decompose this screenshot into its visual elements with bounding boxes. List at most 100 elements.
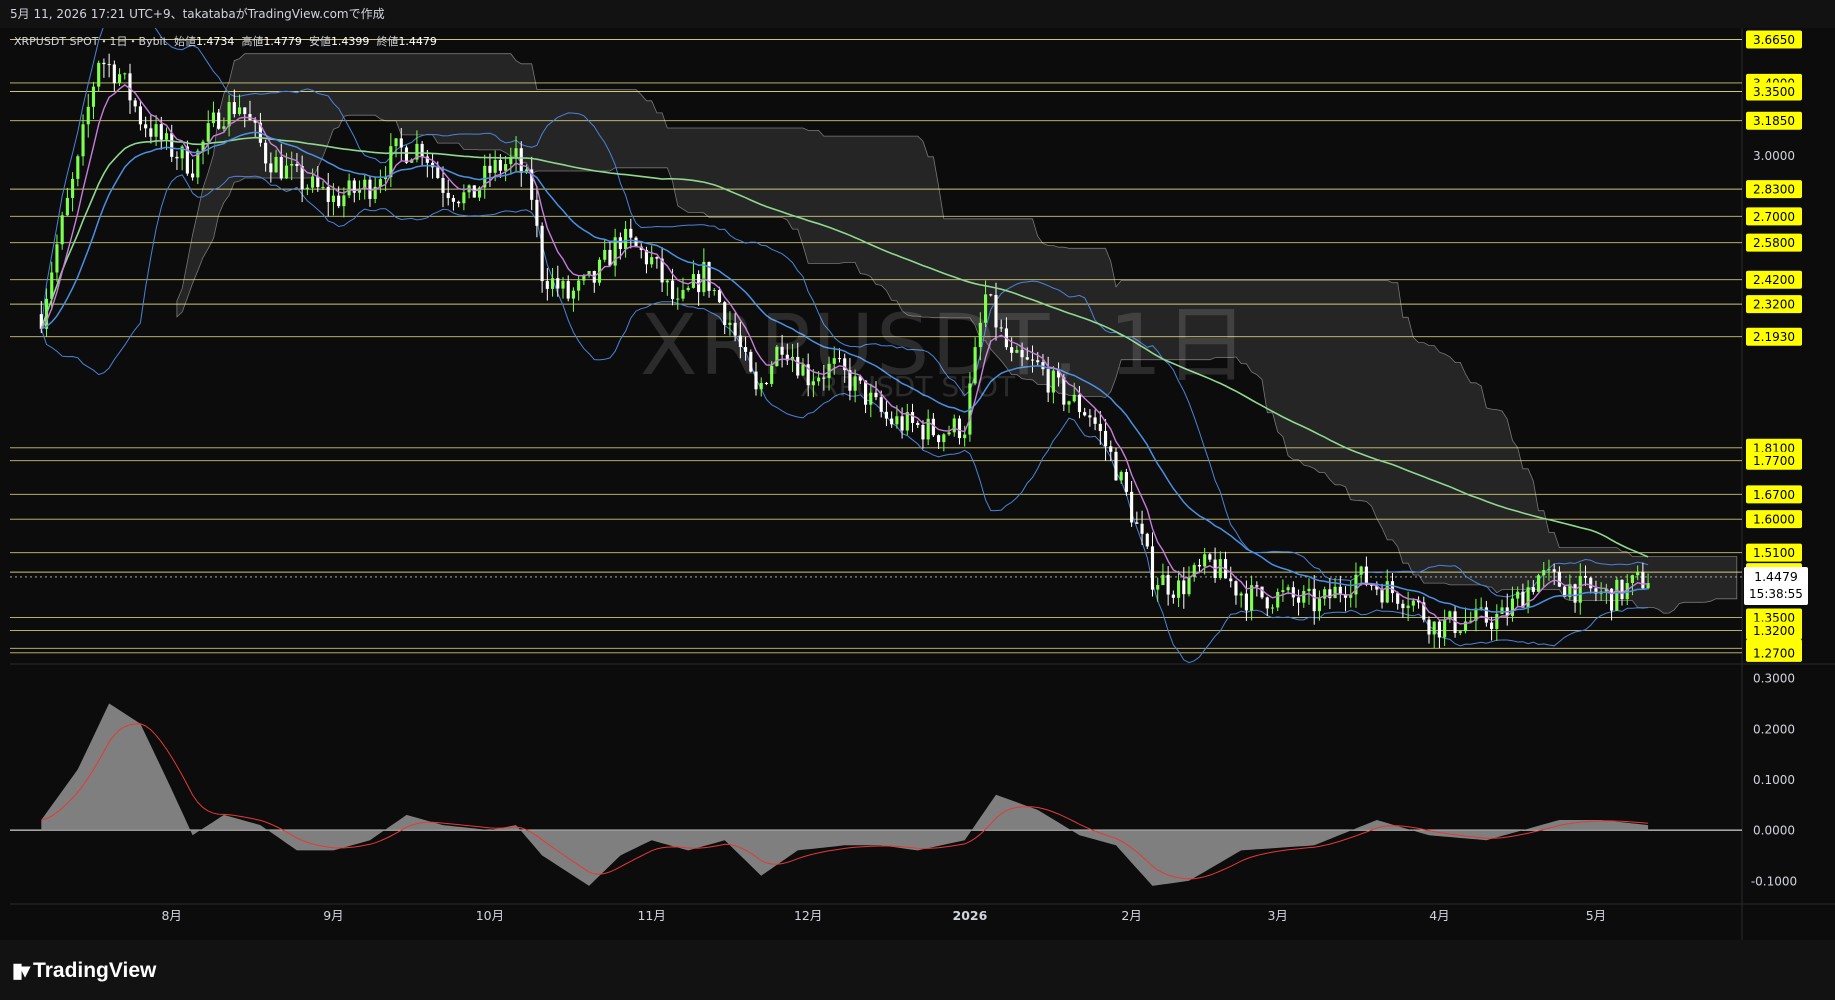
candle-body (1406, 605, 1410, 609)
candle-body (1182, 580, 1186, 595)
candle-body (1338, 586, 1342, 595)
candle-body (1114, 451, 1118, 481)
candle-body (1432, 621, 1436, 635)
candle-body (1150, 546, 1155, 590)
candle-body (540, 225, 544, 282)
candle-body (1203, 554, 1207, 567)
level-label: 2.5800 (1753, 236, 1795, 250)
candle-body (905, 412, 909, 431)
tradingview-logo[interactable]: ▮▾ TradingView (12, 958, 156, 983)
candle-body (1458, 631, 1462, 633)
level-label: 3.6650 (1753, 33, 1795, 47)
candle-body (1135, 522, 1139, 524)
candle-body (1302, 591, 1306, 603)
time-tick-label: 11月 (637, 908, 665, 923)
candle-body (514, 148, 518, 157)
legend-high: 1.4779 (263, 35, 302, 48)
chart-svg[interactable]: 3.66503.40003.35003.18502.83002.70002.58… (10, 1, 1835, 940)
candle-body (1197, 564, 1202, 567)
candle-body (504, 164, 508, 171)
candle-body (191, 173, 195, 178)
legend-close: 1.4479 (398, 35, 437, 48)
candle-body (1276, 591, 1280, 608)
level-label: 2.4200 (1753, 273, 1795, 287)
candle-body (149, 128, 153, 137)
candle-body (128, 73, 132, 101)
candle-body (1557, 571, 1561, 587)
candle-body (457, 201, 461, 204)
candle-body (305, 187, 309, 190)
level-label: 2.3200 (1753, 298, 1795, 312)
level-label: 1.7700 (1753, 454, 1795, 468)
legend-close-label: 終値 (376, 35, 399, 48)
candle-body (144, 124, 148, 129)
time-tick-label: 10月 (476, 908, 504, 923)
candle-body (561, 281, 565, 289)
candle-body (154, 124, 158, 137)
candle-body (1479, 607, 1483, 609)
candle-body (1390, 581, 1395, 594)
osc-tick-label: 0.2000 (1753, 722, 1795, 736)
countdown-label: 15:38:55 (1749, 587, 1803, 601)
candle-body (248, 114, 252, 120)
candle-body (603, 249, 607, 260)
candle-body (1490, 622, 1494, 629)
candle-body (86, 106, 90, 125)
candle-body (921, 424, 925, 440)
level-label: 2.7000 (1753, 210, 1795, 224)
level-label: 3.3500 (1753, 85, 1795, 99)
candle-body (895, 416, 899, 425)
candle-body (76, 156, 80, 179)
legend-high-label: 高値 (241, 35, 264, 48)
candle-body (295, 164, 299, 166)
osc-tick-label: -0.1000 (1751, 874, 1797, 888)
candle-body (274, 156, 278, 173)
candle-body (1098, 423, 1102, 431)
chart-caption: 5月 11, 2026 17:21 UTC+9、takatabaがTrading… (0, 0, 1835, 28)
candle-body (91, 86, 96, 107)
candle-body (1291, 587, 1295, 598)
time-tick-label: 3月 (1267, 908, 1287, 923)
candle-body (1333, 586, 1337, 599)
time-tick-label: 5月 (1586, 908, 1606, 923)
ohlc-legend: XRPUSDT SPOT・1日・Bybit 始値1.4734 高値1.4779 … (14, 33, 437, 49)
candle-body (206, 123, 210, 142)
candle-body (107, 64, 111, 66)
candle-body (399, 138, 403, 148)
candle-body (269, 163, 273, 173)
candle-body (1270, 607, 1275, 609)
candle-body (222, 126, 226, 129)
candle-body (138, 106, 142, 125)
candle-body (1281, 590, 1285, 592)
candle-body (1255, 585, 1259, 587)
candle-body (102, 62, 106, 65)
candle-body (1443, 619, 1447, 638)
candle-body (243, 107, 247, 115)
candle-body (342, 195, 346, 207)
candle-body (1630, 575, 1635, 583)
candle-body (1156, 585, 1160, 590)
candle-body (1323, 589, 1327, 599)
candle-body (1516, 591, 1520, 599)
candle-body (321, 187, 325, 189)
candle-body (890, 418, 894, 425)
time-tick-label: 4月 (1429, 908, 1449, 923)
legend-low-label: 安値 (308, 35, 331, 48)
candle-body (1411, 600, 1415, 606)
candle-body (112, 64, 116, 84)
candle-body (217, 112, 221, 129)
osc-tick-label: 0.0000 (1753, 824, 1795, 838)
candle-body (571, 290, 575, 299)
time-tick-label: 2月 (1121, 908, 1141, 923)
candle-body (1578, 575, 1582, 603)
candle-body (916, 422, 920, 425)
candle-body (937, 435, 941, 443)
candle-body (1130, 491, 1134, 523)
level-label: 1.5100 (1753, 546, 1795, 560)
candle-body (498, 159, 502, 171)
chart-frame[interactable]: 3.66503.40003.35003.18502.83002.70002.58… (10, 1, 1835, 940)
candle-body (900, 416, 904, 431)
time-tick-label: 12月 (794, 908, 822, 923)
candle-body (566, 281, 570, 299)
price-tick-label: 3.0000 (1753, 149, 1795, 163)
